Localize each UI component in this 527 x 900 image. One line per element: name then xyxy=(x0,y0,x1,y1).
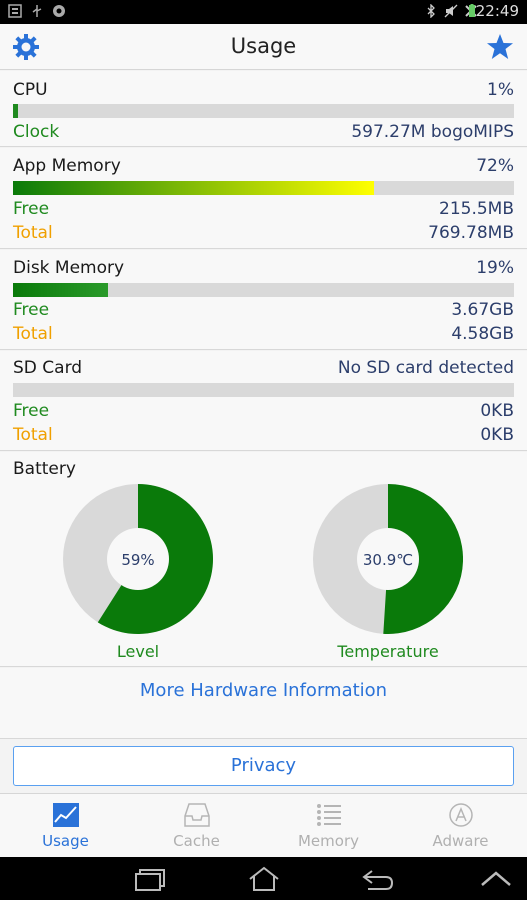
sd-card-free-label: Free xyxy=(13,401,50,421)
star-icon[interactable] xyxy=(485,32,515,62)
disk-memory-section: Disk Memory 19% Free 3.67GB Total 4.58GB xyxy=(0,250,527,350)
app-store-icon xyxy=(448,803,473,827)
tray-icon xyxy=(183,803,210,827)
chart-icon xyxy=(52,803,79,827)
clock-value: 597.27M bogoMIPS xyxy=(351,122,514,142)
tab-adware[interactable]: Adware xyxy=(395,794,526,858)
tab-cache-label: Cache xyxy=(173,832,220,850)
list-icon xyxy=(316,804,341,826)
battery-level-value: 59% xyxy=(121,551,154,569)
sd-card-total-value: 0KB xyxy=(480,425,514,445)
tab-memory-label: Memory xyxy=(297,832,359,850)
battery-level-gauge: 59% xyxy=(63,484,213,634)
app-memory-label: App Memory xyxy=(13,156,121,176)
clock-time: 22:49 xyxy=(475,2,519,20)
disk-memory-percent: 19% xyxy=(476,258,514,278)
battery-temperature-gauge: 30.9℃ xyxy=(313,484,463,634)
cpu-label: CPU xyxy=(13,80,48,100)
sd-card-free-value: 0KB xyxy=(480,401,514,421)
sd-card-bar xyxy=(13,383,514,397)
disk-memory-bar xyxy=(13,283,514,297)
battery-label: Battery xyxy=(13,459,76,479)
recent-apps-icon[interactable] xyxy=(130,865,170,893)
disk-memory-fill xyxy=(13,283,109,297)
tab-cache[interactable]: Cache xyxy=(131,794,262,858)
cpu-percent: 1% xyxy=(487,80,514,100)
battery-temperature-value: 30.9℃ xyxy=(363,551,413,569)
app-memory-total-value: 769.78MB xyxy=(428,223,514,243)
back-icon[interactable] xyxy=(358,865,398,893)
tab-memory[interactable]: Memory xyxy=(263,794,394,858)
home-icon[interactable] xyxy=(244,865,284,893)
more-hardware-section xyxy=(0,668,527,739)
mute-icon xyxy=(444,4,458,18)
clock-label: Clock xyxy=(13,122,60,142)
sd-card-label: SD Card xyxy=(13,358,83,378)
system-nav-bar xyxy=(0,857,527,900)
tab-usage[interactable]: Usage xyxy=(0,794,131,858)
app-memory-free-label: Free xyxy=(13,199,50,219)
chevron-up-icon[interactable] xyxy=(476,865,516,893)
sd-card-section: SD Card No SD card detected Free 0KB Tot… xyxy=(0,351,527,451)
cpu-section: CPU 1% Clock 597.27M bogoMIPS xyxy=(0,71,527,147)
app-memory-bar xyxy=(13,181,514,195)
tab-adware-label: Adware xyxy=(432,832,489,850)
tab-bar: Usage Cache Memory Adware xyxy=(0,793,527,857)
app-memory-section: App Memory 72% Free 215.5MB Total 769.78… xyxy=(0,148,527,249)
cpu-usage-bar xyxy=(13,104,514,118)
bluetooth-icon xyxy=(427,4,435,18)
disk-memory-label: Disk Memory xyxy=(13,258,125,278)
disk-memory-total-label: Total xyxy=(13,324,53,344)
battery-level-label: Level xyxy=(116,642,160,661)
disk-memory-free-value: 3.67GB xyxy=(451,300,514,320)
app-memory-percent: 72% xyxy=(476,156,514,176)
cpu-usage-fill xyxy=(13,104,18,118)
battery-temperature-label: Temperature xyxy=(337,642,439,661)
page-title: Usage xyxy=(230,34,297,58)
disk-memory-free-label: Free xyxy=(13,300,50,320)
tab-usage-label: Usage xyxy=(42,832,89,850)
notification-icon xyxy=(8,4,22,18)
status-bar: 22:49 xyxy=(0,0,527,24)
sd-card-status: No SD card detected xyxy=(337,358,514,378)
usb-icon xyxy=(32,5,42,17)
app-notification-icon xyxy=(53,5,65,17)
app-memory-total-label: Total xyxy=(13,223,53,243)
sd-card-total-label: Total xyxy=(13,425,53,445)
app-memory-fill xyxy=(13,181,374,195)
privacy-button[interactable]: Privacy xyxy=(13,746,514,786)
disk-memory-total-value: 4.58GB xyxy=(451,324,514,344)
more-hardware-link[interactable]: More Hardware Information xyxy=(0,680,527,701)
app-memory-free-value: 215.5MB xyxy=(439,199,514,219)
title-bar: Usage xyxy=(0,24,527,70)
